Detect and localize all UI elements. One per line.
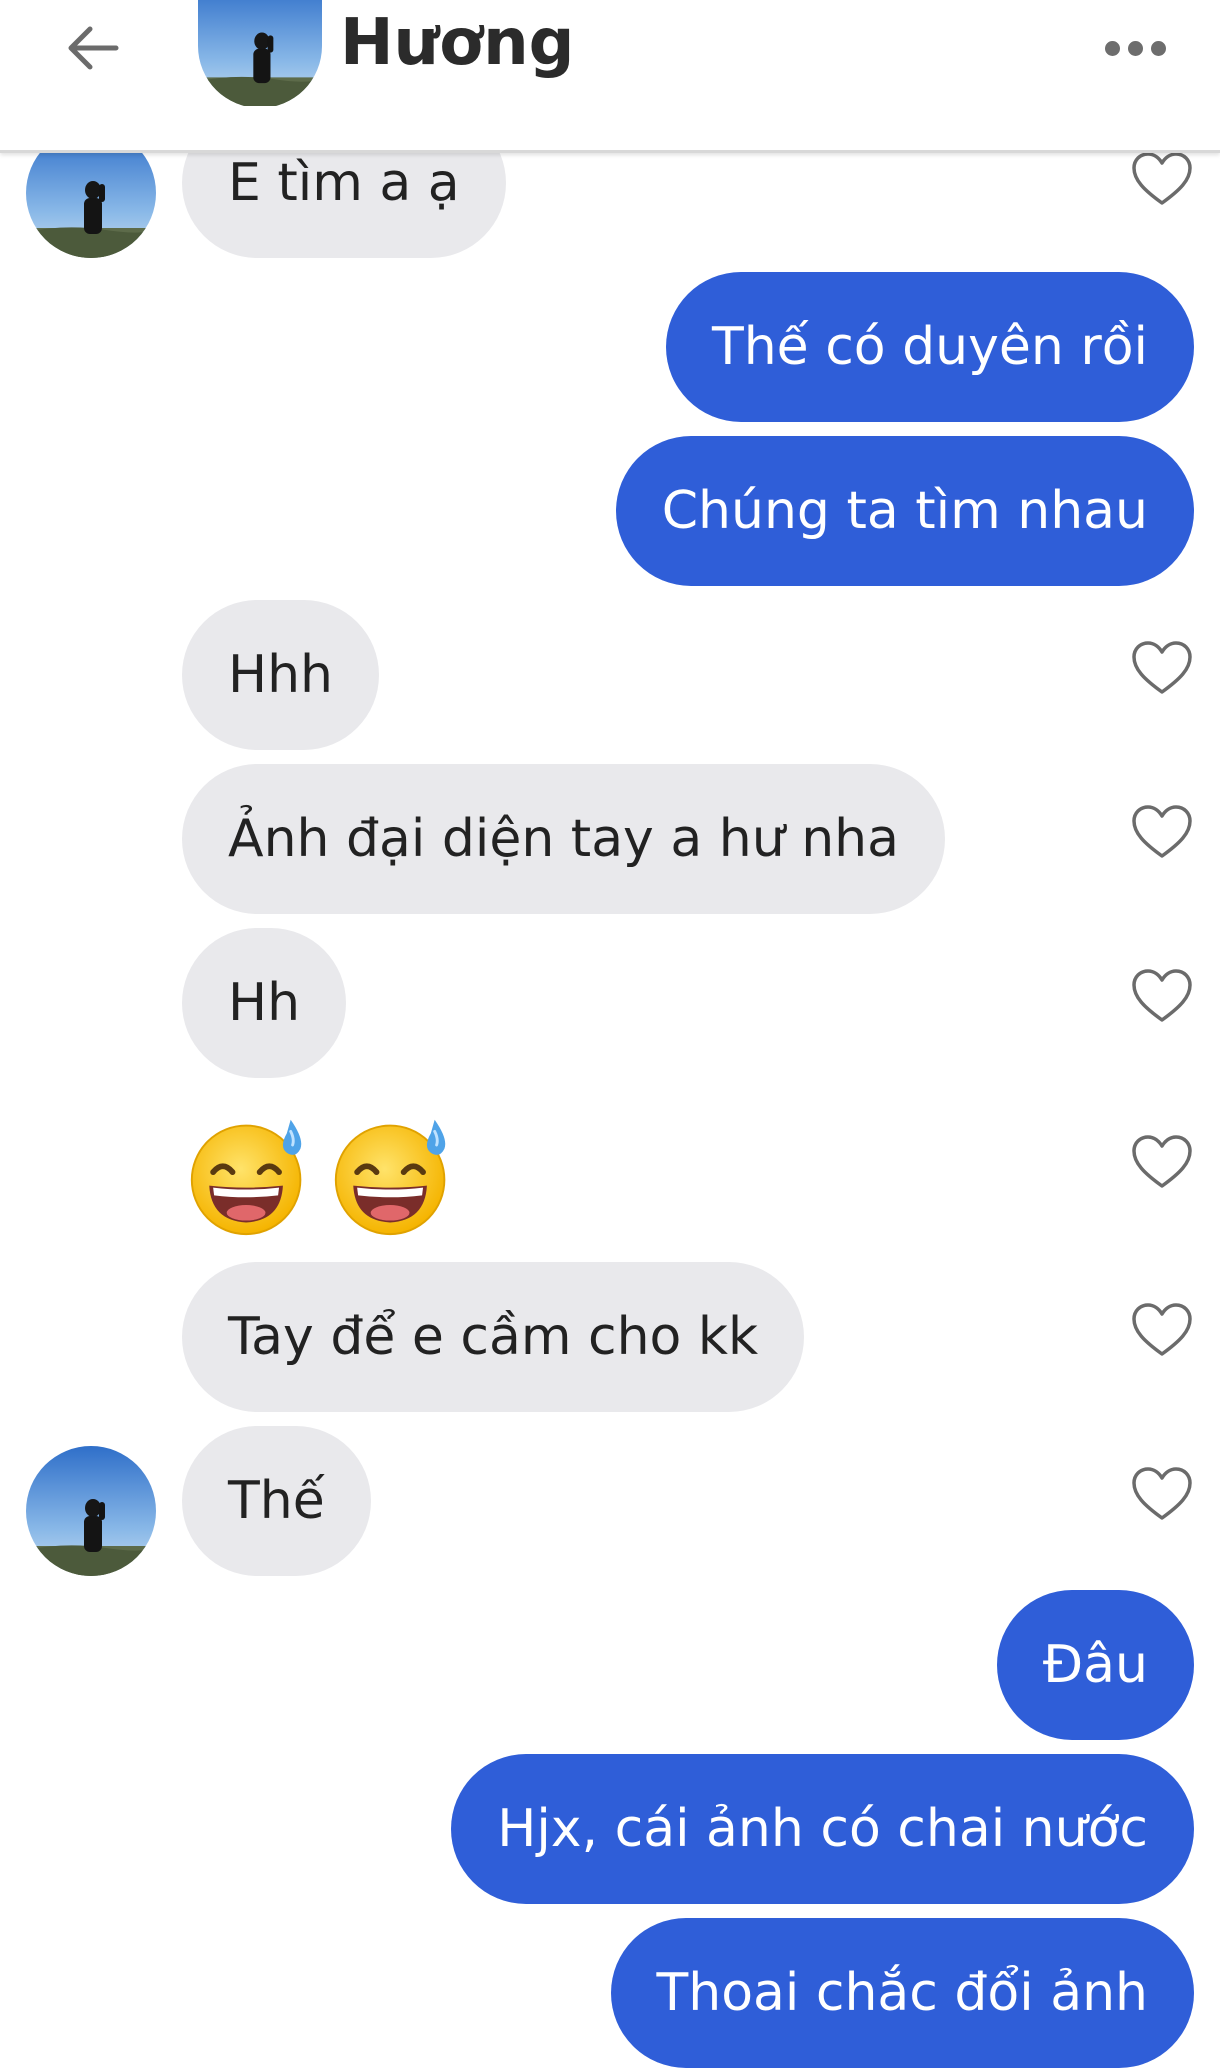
outgoing-message[interactable]: Đâu [996,1590,1194,1740]
outgoing-message[interactable]: Thoai chắc đổi ảnh [610,1918,1194,2068]
more-options-icon [1104,40,1120,56]
more-options-button[interactable] [1090,20,1180,76]
incoming-message[interactable]: Hh [182,928,347,1078]
contact-avatar[interactable] [198,0,322,108]
contact-name[interactable]: Hương [340,6,574,80]
back-arrow-icon [68,26,119,70]
outgoing-message[interactable]: Hjx, cái ảnh có chai nước [451,1754,1194,1904]
message-text: Thế [228,1471,325,1531]
back-button[interactable] [58,18,128,78]
outgoing-message[interactable]: Chúng ta tìm nhau [615,436,1194,586]
emoji-message[interactable] [186,1112,456,1238]
incoming-message[interactable]: Thế [182,1426,371,1576]
message-text: Hhh [228,645,334,705]
message-text: Đâu [1042,1635,1148,1695]
message-text: Hjx, cái ảnh có chai nước [497,1799,1148,1859]
heart-icon[interactable] [1130,1301,1194,1359]
heart-icon[interactable] [1130,639,1194,697]
message-text: Thế có duyên rồi [711,317,1148,377]
chat-header: Hương [0,0,1220,153]
incoming-message[interactable]: Ảnh đại diện tay a hư nha [182,764,945,914]
message-text: Thoai chắc đổi ảnh [656,1963,1149,2023]
outgoing-message[interactable]: Thế có duyên rồi [665,272,1194,422]
sender-avatar[interactable] [26,1446,156,1576]
heart-icon[interactable] [1130,967,1194,1025]
message-text: Ảnh đại diện tay a hư nha [228,809,899,869]
message-text: Tay để e cầm cho kk [228,1307,759,1367]
heart-icon[interactable] [1130,803,1194,861]
incoming-message[interactable]: Tay để e cầm cho kk [182,1262,805,1412]
grinning-face-with-sweat-icon [186,1112,312,1238]
incoming-message[interactable]: Hhh [182,600,380,750]
more-options-icon [1127,40,1143,56]
heart-icon[interactable] [1130,1465,1194,1523]
grinning-face-with-sweat-icon [330,1112,456,1238]
message-text: Chúng ta tìm nhau [661,481,1148,541]
more-options-icon [1150,40,1166,56]
message-text: Hh [228,973,301,1033]
heart-icon[interactable] [1130,150,1194,208]
heart-icon[interactable] [1130,1133,1194,1191]
message-text: E tìm a ạ [228,153,460,213]
